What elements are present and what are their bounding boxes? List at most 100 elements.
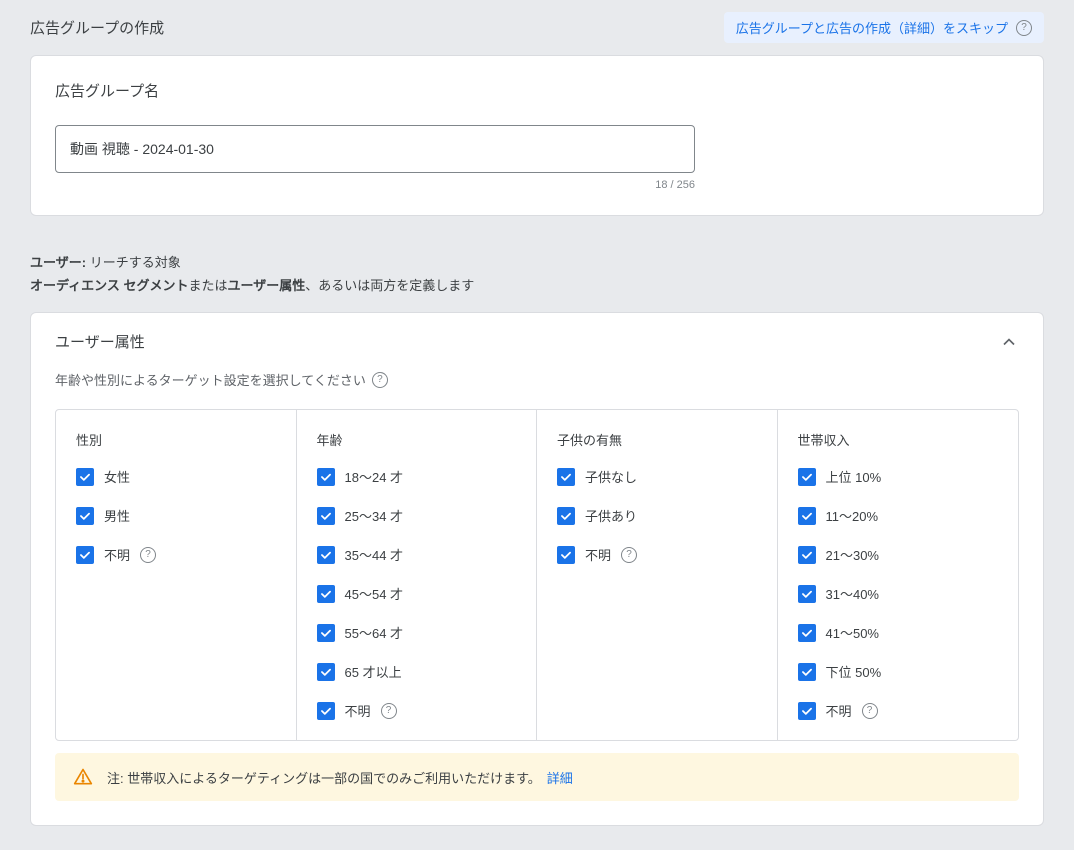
help-icon[interactable]: ?	[372, 372, 388, 388]
income-option[interactable]: 21～30%	[798, 545, 999, 564]
age-option[interactable]: 55～64 才	[317, 623, 517, 642]
skip-link[interactable]: 広告グループと広告の作成（詳細）をスキップ	[736, 18, 1008, 37]
checkbox-checked[interactable]	[317, 585, 335, 603]
age-option[interactable]: 25～34 才	[317, 506, 517, 525]
notice-text-wrap: 注: 世帯収入によるターゲティングは一部の国でのみご利用いただけます。詳細	[107, 768, 573, 787]
parental-option[interactable]: 子供あり	[557, 506, 757, 525]
users-label: ユーザー:	[30, 255, 86, 270]
help-icon[interactable]: ?	[862, 703, 878, 719]
chevron-up-icon	[999, 332, 1019, 352]
age-title: 年齢	[317, 430, 517, 449]
char-count: 18 / 256	[55, 179, 695, 191]
checkbox-checked[interactable]	[798, 546, 816, 564]
income-option-label: 11～20%	[826, 506, 879, 525]
users-section: ユーザー: リーチする対象 オーディエンス セグメントまたはユーザー属性、あるい…	[30, 240, 1044, 312]
parental-option[interactable]: 不明?	[557, 545, 757, 564]
warning-icon	[73, 767, 93, 787]
checkbox-checked[interactable]	[798, 585, 816, 603]
checkbox-checked[interactable]	[76, 546, 94, 564]
checkbox-checked[interactable]	[798, 468, 816, 486]
gender-option[interactable]: 不明?	[76, 545, 276, 564]
gender-column: 性別 女性男性不明?	[56, 410, 297, 740]
income-option-label: 不明	[826, 701, 852, 720]
age-option[interactable]: 45～54 才	[317, 584, 517, 603]
users-line1: ユーザー: リーチする対象	[30, 252, 1044, 271]
income-notice: 注: 世帯収入によるターゲティングは一部の国でのみご利用いただけます。詳細	[55, 753, 1019, 801]
parental-option-label: 子供あり	[585, 506, 637, 525]
adgroup-name-input[interactable]	[55, 125, 695, 173]
checkbox-checked[interactable]	[557, 546, 575, 564]
demographics-body: 年齢や性別によるターゲット設定を選択してください ? 性別 女性男性不明? 年齢…	[31, 370, 1043, 825]
checkbox-checked[interactable]	[317, 546, 335, 564]
age-option-label: 45～54 才	[345, 584, 404, 603]
age-column: 年齢 18～24 才 25～34 才 35～44 才 45～54 才 55～64 才 65…	[297, 410, 538, 740]
checkbox-checked[interactable]	[317, 507, 335, 525]
notice-prefix: 注:	[107, 771, 127, 786]
help-icon[interactable]: ?	[381, 703, 397, 719]
parental-column: 子供の有無 子供なし子供あり不明?	[537, 410, 778, 740]
demographics-title: ユーザー属性	[55, 331, 145, 352]
demographics-grid: 性別 女性男性不明? 年齢 18～24 才 25～34 才 35～44 才 45～54…	[55, 409, 1019, 741]
checkbox-checked[interactable]	[798, 507, 816, 525]
income-option-label: 31～40%	[826, 584, 879, 603]
adgroup-name-card: 広告グループ名 18 / 256	[30, 55, 1044, 216]
age-option-label: 55～64 才	[345, 623, 404, 642]
top-row: 広告グループの作成 広告グループと広告の作成（詳細）をスキップ ?	[0, 0, 1074, 55]
users-seg2: ユーザー属性	[227, 278, 305, 293]
income-option-label: 下位 50%	[826, 662, 882, 681]
checkbox-checked[interactable]	[317, 663, 335, 681]
checkbox-checked[interactable]	[798, 663, 816, 681]
income-option[interactable]: 不明?	[798, 701, 999, 720]
users-seg1: オーディエンス セグメント	[30, 278, 188, 293]
gender-title: 性別	[76, 430, 276, 449]
income-column: 世帯収入 上位 10% 11～20% 21～30% 31～40% 41～50% 下位 50…	[778, 410, 1019, 740]
demographics-header[interactable]: ユーザー属性	[31, 313, 1043, 370]
income-option[interactable]: 11～20%	[798, 506, 999, 525]
gender-option-label: 不明	[104, 545, 130, 564]
users-or: または	[188, 278, 227, 293]
checkbox-checked[interactable]	[317, 624, 335, 642]
income-option[interactable]: 下位 50%	[798, 662, 999, 681]
checkbox-checked[interactable]	[317, 468, 335, 486]
income-option-label: 41～50%	[826, 623, 879, 642]
income-option-label: 上位 10%	[826, 467, 882, 486]
checkbox-checked[interactable]	[798, 702, 816, 720]
notice-text: 世帯収入によるターゲティングは一部の国でのみご利用いただけます。	[127, 771, 541, 786]
gender-option[interactable]: 女性	[76, 467, 276, 486]
age-option[interactable]: 不明?	[317, 701, 517, 720]
users-line2: オーディエンス セグメントまたはユーザー属性、あるいは両方を定義します	[30, 275, 1044, 294]
income-title: 世帯収入	[798, 430, 999, 449]
demographics-subtitle: 年齢や性別によるターゲット設定を選択してください	[55, 370, 366, 389]
parental-option-label: 不明	[585, 545, 611, 564]
demographics-subtitle-row: 年齢や性別によるターゲット設定を選択してください ?	[55, 370, 1019, 389]
age-option[interactable]: 65 才以上	[317, 662, 517, 681]
parental-option[interactable]: 子供なし	[557, 467, 757, 486]
demographics-panel: ユーザー属性 年齢や性別によるターゲット設定を選択してください ? 性別 女性男…	[30, 312, 1044, 826]
help-icon[interactable]: ?	[1016, 20, 1032, 36]
checkbox-checked[interactable]	[557, 507, 575, 525]
income-option[interactable]: 41～50%	[798, 623, 999, 642]
gender-option-label: 男性	[104, 506, 130, 525]
checkbox-checked[interactable]	[557, 468, 575, 486]
income-option[interactable]: 31～40%	[798, 584, 999, 603]
checkbox-checked[interactable]	[76, 507, 94, 525]
parental-title: 子供の有無	[557, 430, 757, 449]
income-option-label: 21～30%	[826, 545, 879, 564]
checkbox-checked[interactable]	[76, 468, 94, 486]
page-title: 広告グループの作成	[30, 17, 164, 38]
users-tail: 、あるいは両方を定義します	[305, 278, 474, 293]
help-icon[interactable]: ?	[140, 547, 156, 563]
users-reach: リーチする対象	[86, 255, 181, 270]
help-icon[interactable]: ?	[621, 547, 637, 563]
gender-option[interactable]: 男性	[76, 506, 276, 525]
age-option-label: 18～24 才	[345, 467, 404, 486]
notice-link[interactable]: 詳細	[547, 771, 573, 786]
parental-option-label: 子供なし	[585, 467, 637, 486]
income-option[interactable]: 上位 10%	[798, 467, 999, 486]
checkbox-checked[interactable]	[798, 624, 816, 642]
checkbox-checked[interactable]	[317, 702, 335, 720]
age-option[interactable]: 18～24 才	[317, 467, 517, 486]
age-option-label: 25～34 才	[345, 506, 404, 525]
age-option-label: 65 才以上	[345, 662, 402, 681]
age-option[interactable]: 35～44 才	[317, 545, 517, 564]
